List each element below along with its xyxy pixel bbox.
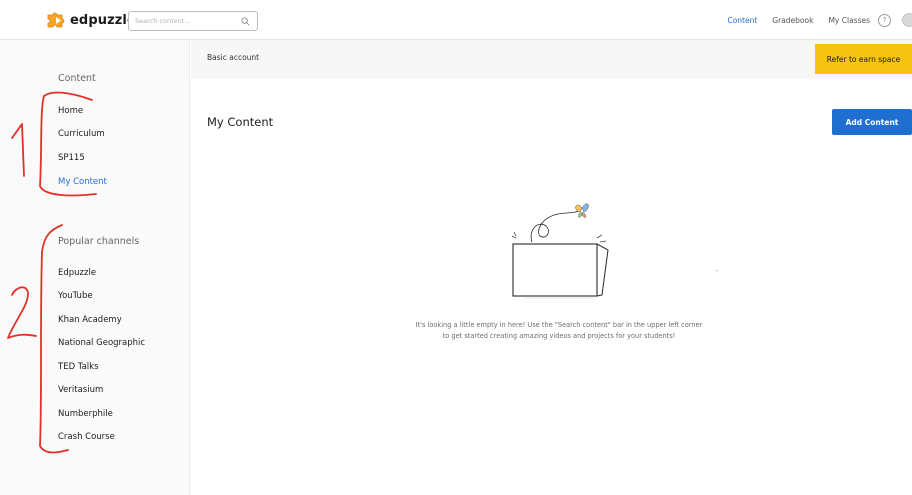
stray-dot [716,270,718,271]
search-icon[interactable] [241,17,250,26]
sidebar: Content Home Curriculum SP115 My Content… [0,40,190,495]
logo[interactable]: edpuzzle [46,11,136,29]
empty-state-message: It's looking a little empty in here! Use… [396,320,722,341]
empty-message-line-2: to get started creating amazing videos a… [442,331,676,340]
help-icon[interactable]: ? [878,13,891,27]
channel-ted-talks[interactable]: TED Talks [58,362,99,372]
refer-button[interactable]: Refer to earn space [815,44,912,74]
page-title: My Content [207,115,274,129]
banner-text: Basic account [207,53,260,62]
empty-state-illustration [511,203,609,299]
puzzle-icon [47,12,65,27]
sidebar-heading-content: Content [58,73,96,84]
channel-veritasium[interactable]: Veritasium [58,385,103,395]
channel-numberphile[interactable]: Numberphile [58,409,113,419]
search-input[interactable] [135,14,235,28]
sidebar-item-curriculum[interactable]: Curriculum [58,129,105,139]
sidebar-item-sp115[interactable]: SP115 [58,153,85,163]
sidebar-item-home[interactable]: Home [58,106,83,116]
top-nav: Content Gradebook My Classes ? [727,0,912,40]
empty-message-line-1: It's looking a little empty in here! Use… [415,321,703,329]
account-banner: Basic account Refer to earn space [191,40,912,79]
channel-national-geographic[interactable]: National Geographic [58,338,145,348]
channel-edpuzzle[interactable]: Edpuzzle [58,268,96,278]
nav-my-classes[interactable]: My Classes [828,16,870,25]
top-bar: edpuzzle Content Gradebook My Classes ? [0,0,912,40]
sidebar-item-my-content[interactable]: My Content [58,177,107,187]
search-box[interactable] [128,11,258,31]
channel-youtube[interactable]: YouTube [58,291,93,301]
logo-text: edpuzzle [70,12,136,28]
sidebar-heading-channels: Popular channels [58,236,140,247]
add-content-button[interactable]: Add Content [832,109,912,135]
channel-crash-course[interactable]: Crash Course [58,432,115,442]
channel-khan-academy[interactable]: Khan Academy [58,315,122,325]
avatar[interactable] [902,13,912,27]
nav-gradebook[interactable]: Gradebook [772,16,813,25]
nav-content[interactable]: Content [727,16,757,25]
